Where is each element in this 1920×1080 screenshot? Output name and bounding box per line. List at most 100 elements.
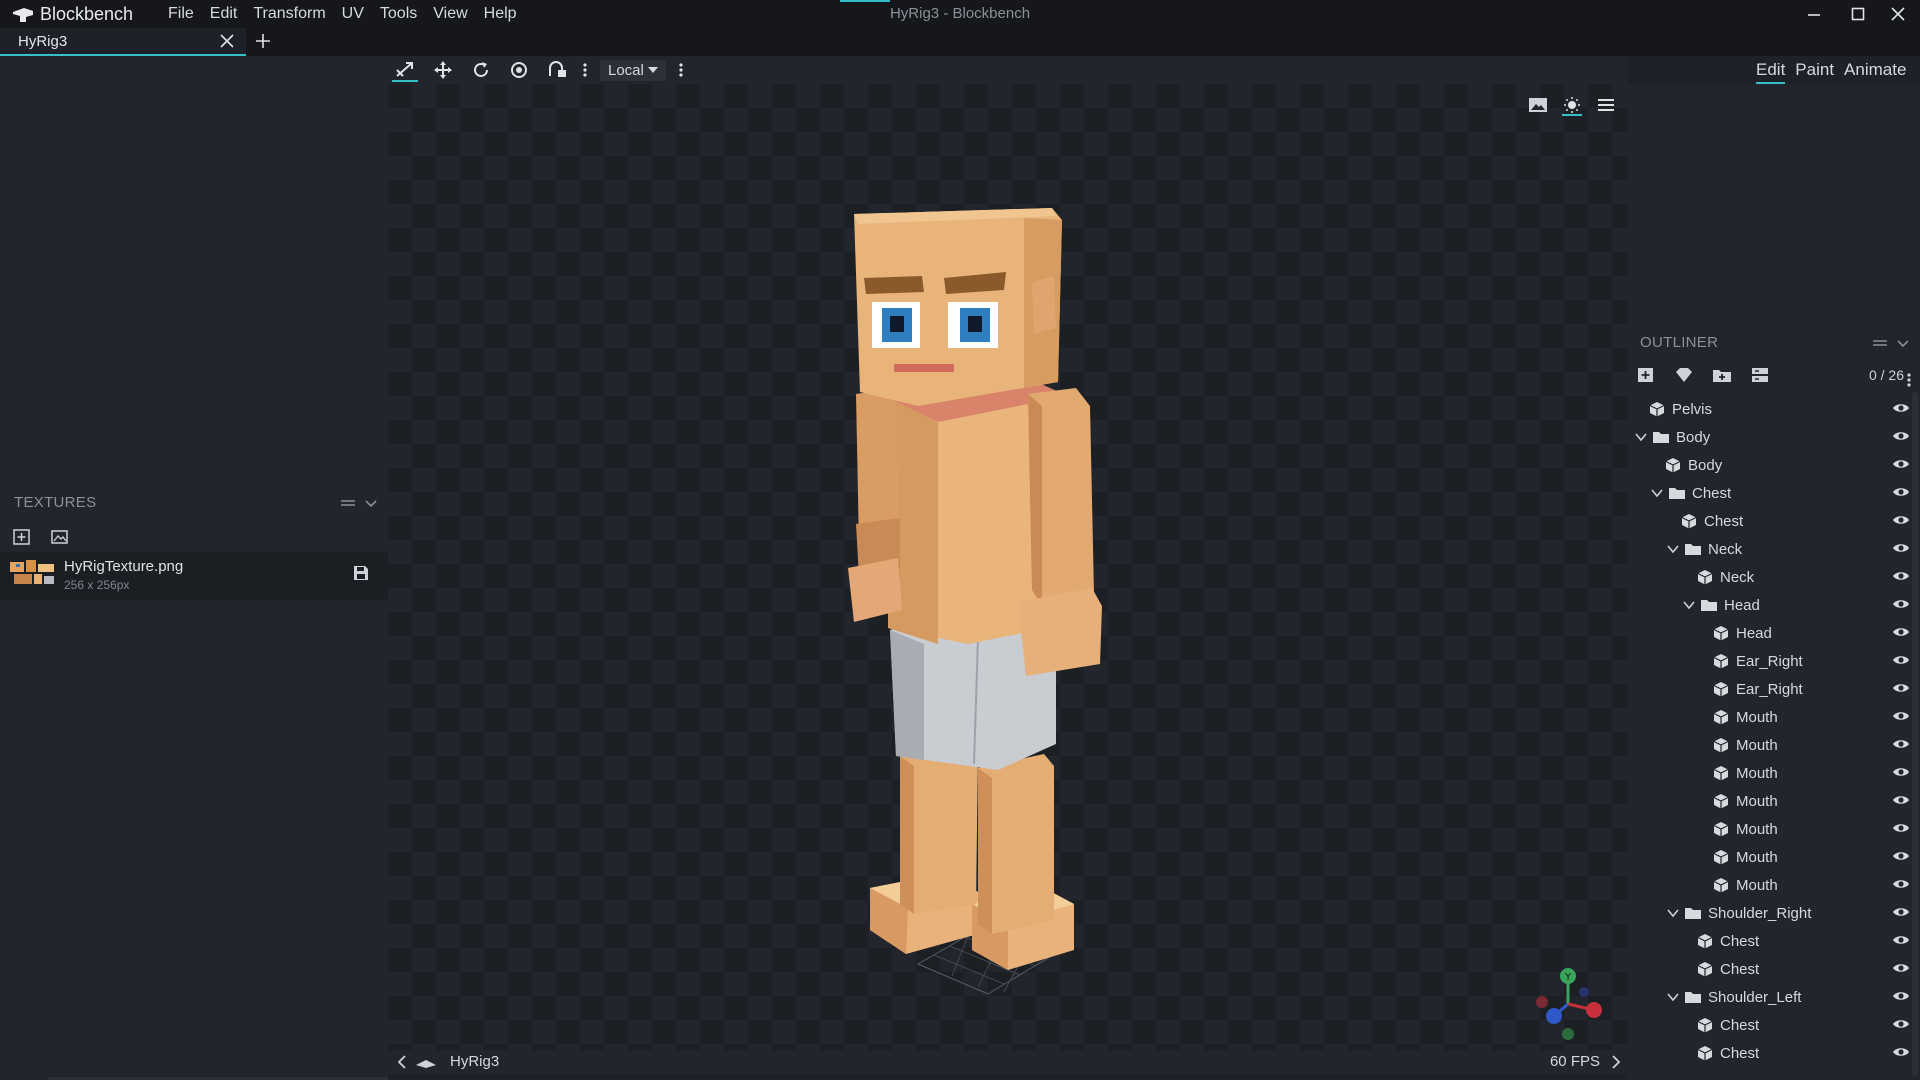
visibility-toggle[interactable] <box>1892 933 1910 947</box>
save-texture-button[interactable] <box>352 564 370 582</box>
toolbar-more-icon[interactable] <box>678 62 684 78</box>
visibility-toggle[interactable] <box>1892 513 1910 527</box>
outliner-cube-row[interactable]: Pelvis <box>1628 395 1920 423</box>
transform-space-select[interactable]: Local <box>600 59 666 81</box>
visibility-toggle[interactable] <box>1892 737 1910 751</box>
visibility-toggle[interactable] <box>1892 793 1910 807</box>
create-texture-button[interactable] <box>50 528 70 546</box>
menu-tools[interactable]: Tools <box>372 4 425 24</box>
visibility-toggle[interactable] <box>1892 821 1910 835</box>
menu-edit[interactable]: Edit <box>202 4 246 24</box>
menu-file[interactable]: File <box>160 4 202 24</box>
prev-view-button[interactable] <box>396 1054 408 1070</box>
chevron-down-icon[interactable] <box>1650 486 1664 500</box>
outliner-cube-row[interactable]: Mouth <box>1628 815 1920 843</box>
chevron-down-icon[interactable] <box>1896 336 1910 350</box>
tab-hyrig3[interactable]: HyRig3 <box>0 28 246 56</box>
add-cube-button[interactable] <box>1636 366 1656 384</box>
menu-help[interactable]: Help <box>476 4 525 24</box>
outliner-cube-row[interactable]: Chest <box>1628 1011 1920 1039</box>
visibility-toggle[interactable] <box>1892 765 1910 779</box>
visibility-toggle[interactable] <box>1892 625 1910 639</box>
chevron-down-icon[interactable] <box>1682 598 1696 612</box>
lighting-button[interactable] <box>1562 96 1582 116</box>
chevron-down-icon[interactable] <box>1666 990 1680 1004</box>
outliner-group-row[interactable]: Head <box>1628 591 1920 619</box>
visibility-toggle[interactable] <box>1892 905 1910 919</box>
menu-view[interactable]: View <box>425 4 475 24</box>
outliner-cube-row[interactable]: Mouth <box>1628 871 1920 899</box>
texture-item[interactable]: HyRigTexture.png 256 x 256px <box>0 552 388 600</box>
visibility-toggle[interactable] <box>1892 597 1910 611</box>
vertex-snap-button[interactable] <box>544 58 570 82</box>
visibility-toggle[interactable] <box>1892 457 1910 471</box>
character-model[interactable] <box>828 144 1188 1024</box>
axis-gizmo[interactable]: Y <box>1528 964 1608 1044</box>
tab-edit[interactable]: Edit <box>1756 60 1786 84</box>
outliner-group-row[interactable]: Neck <box>1628 535 1920 563</box>
outliner-cube-row[interactable]: Chest <box>1628 927 1920 955</box>
pivot-tool-button[interactable] <box>506 58 532 82</box>
resize-tool-button[interactable] <box>430 58 456 82</box>
outliner-cube-row[interactable]: Body <box>1628 451 1920 479</box>
tab-close-button[interactable] <box>218 32 236 50</box>
outliner-cube-row[interactable]: Chest <box>1628 955 1920 983</box>
visibility-toggle[interactable] <box>1892 1017 1910 1031</box>
next-view-button[interactable] <box>1610 1054 1622 1070</box>
add-mesh-button[interactable] <box>1674 366 1694 384</box>
tab-paint[interactable]: Paint <box>1795 60 1834 84</box>
visibility-toggle[interactable] <box>1892 1045 1910 1059</box>
chevron-down-icon[interactable] <box>1634 430 1648 444</box>
outliner-more-icon[interactable] <box>1906 372 1912 388</box>
outliner-cube-row[interactable]: Mouth <box>1628 731 1920 759</box>
close-window-button[interactable] <box>1878 2 1918 26</box>
chevron-down-icon[interactable] <box>1666 906 1680 920</box>
visibility-toggle[interactable] <box>1892 849 1910 863</box>
visibility-toggle[interactable] <box>1892 961 1910 975</box>
outliner-cube-row[interactable]: Mouth <box>1628 787 1920 815</box>
tools-more-icon[interactable] <box>582 62 588 78</box>
new-tab-button[interactable] <box>254 32 272 50</box>
outliner-cube-row[interactable]: Ear_Right <box>1628 675 1920 703</box>
outliner-cube-row[interactable]: Mouth <box>1628 843 1920 871</box>
panel-menu-icon[interactable] <box>1872 336 1888 350</box>
outliner-group-row[interactable]: Shoulder_Left <box>1628 983 1920 1011</box>
menu-uv[interactable]: UV <box>334 4 372 24</box>
outliner-scrollbar[interactable] <box>1912 392 1918 1076</box>
viewport-menu-button[interactable] <box>1596 96 1616 116</box>
chevron-down-icon[interactable] <box>364 496 378 510</box>
outliner-cube-row[interactable]: Mouth <box>1628 759 1920 787</box>
tab-animate[interactable]: Animate <box>1844 60 1906 84</box>
panel-menu-icon[interactable] <box>340 496 356 510</box>
outliner-cube-row[interactable]: Chest <box>1628 1039 1920 1067</box>
visibility-toggle[interactable] <box>1892 429 1910 443</box>
visibility-toggle[interactable] <box>1892 401 1910 415</box>
background-image-button[interactable] <box>1528 96 1548 116</box>
visibility-toggle[interactable] <box>1892 681 1910 695</box>
rotate-tool-button[interactable] <box>468 58 494 82</box>
visibility-toggle[interactable] <box>1892 877 1910 891</box>
visibility-toggle[interactable] <box>1892 709 1910 723</box>
chevron-down-icon[interactable] <box>1666 542 1680 556</box>
visibility-toggle[interactable] <box>1892 989 1910 1003</box>
3d-viewport[interactable]: Y <box>388 84 1628 1050</box>
maximize-button[interactable] <box>1838 2 1878 26</box>
outliner-group-row[interactable]: Body <box>1628 423 1920 451</box>
add-group-button[interactable] <box>1712 366 1732 384</box>
outliner-cube-row[interactable]: Neck <box>1628 563 1920 591</box>
collapse-groups-button[interactable] <box>1750 366 1770 384</box>
move-tool-button[interactable] <box>392 58 418 82</box>
outliner-cube-row[interactable]: Head <box>1628 619 1920 647</box>
import-texture-button[interactable] <box>12 528 32 546</box>
visibility-toggle[interactable] <box>1892 569 1910 583</box>
minimize-button[interactable] <box>1794 2 1834 26</box>
visibility-toggle[interactable] <box>1892 653 1910 667</box>
outliner-group-row[interactable]: Shoulder_Right <box>1628 899 1920 927</box>
visibility-toggle[interactable] <box>1892 541 1910 555</box>
menu-transform[interactable]: Transform <box>245 4 333 24</box>
visibility-toggle[interactable] <box>1892 485 1910 499</box>
outliner-cube-row[interactable]: Ear_Right <box>1628 647 1920 675</box>
outliner-cube-row[interactable]: Chest <box>1628 507 1920 535</box>
outliner-group-row[interactable]: Chest <box>1628 479 1920 507</box>
outliner-cube-row[interactable]: Mouth <box>1628 703 1920 731</box>
